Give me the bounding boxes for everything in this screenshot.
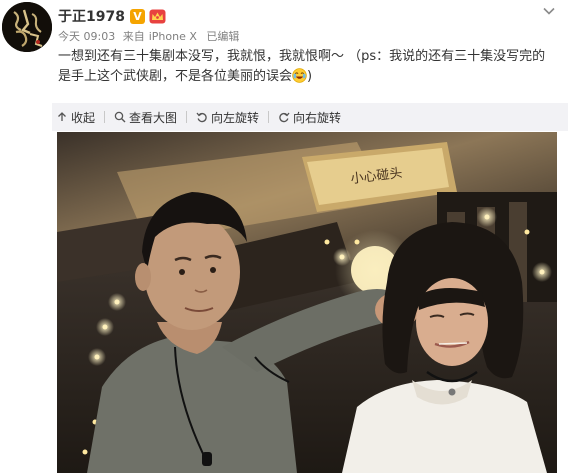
- chevron-down-icon[interactable]: [542, 4, 556, 18]
- post-text-tail: ): [307, 69, 313, 84]
- source-prefix: 来自: [122, 30, 145, 43]
- image-toolbar: 收起 查看大图 向左旋转 向右旋转: [52, 103, 568, 131]
- arrow-up-icon: [58, 112, 66, 121]
- rotate-right-icon: [279, 112, 290, 123]
- avatar[interactable]: [2, 2, 52, 52]
- toolbar-divider: [104, 111, 106, 123]
- laugh-emoji-icon: [292, 68, 307, 83]
- photo-scene: 小心碰头: [57, 132, 557, 473]
- timestamp-link[interactable]: 今天 09:03: [58, 30, 115, 43]
- toolbar-divider: [186, 111, 188, 123]
- post-photo[interactable]: 小心碰头: [57, 132, 557, 473]
- post-meta: 今天 09:03 来自 iPhone X 已编辑: [58, 28, 243, 44]
- rotate-left-icon: [196, 112, 207, 123]
- crown-icon[interactable]: [149, 9, 166, 24]
- magnifier-icon: [114, 111, 126, 123]
- collapse-label: 收起: [71, 110, 96, 125]
- toolbar-divider: [268, 111, 270, 123]
- avatar-calligraphy-image: [2, 2, 52, 52]
- view-large-button[interactable]: 查看大图: [110, 109, 181, 126]
- collapse-button[interactable]: 收起: [52, 109, 99, 126]
- weibo-post-card: 于正1978 V 今天 09:03 来自 iPhone X 已编辑 一想到还有三十…: [0, 0, 568, 473]
- rotate-right-label: 向右旋转: [293, 110, 342, 125]
- username-link[interactable]: 于正1978: [58, 6, 125, 26]
- rotate-left-label: 向左旋转: [211, 110, 260, 125]
- rotate-left-button[interactable]: 向左旋转: [192, 109, 263, 126]
- edited-label[interactable]: 已编辑: [206, 30, 239, 43]
- view-large-label: 查看大图: [129, 110, 178, 125]
- rotate-right-button[interactable]: 向右旋转: [274, 109, 345, 126]
- source-device-link[interactable]: iPhone X: [149, 30, 197, 43]
- post-text: 一想到还有三十集剧本没写，我就恨，我就恨啊～ （ps：我说的还有三十集没写完的是…: [58, 47, 558, 87]
- verified-badge[interactable]: V: [129, 8, 145, 24]
- post-header: 于正1978 V: [58, 5, 166, 27]
